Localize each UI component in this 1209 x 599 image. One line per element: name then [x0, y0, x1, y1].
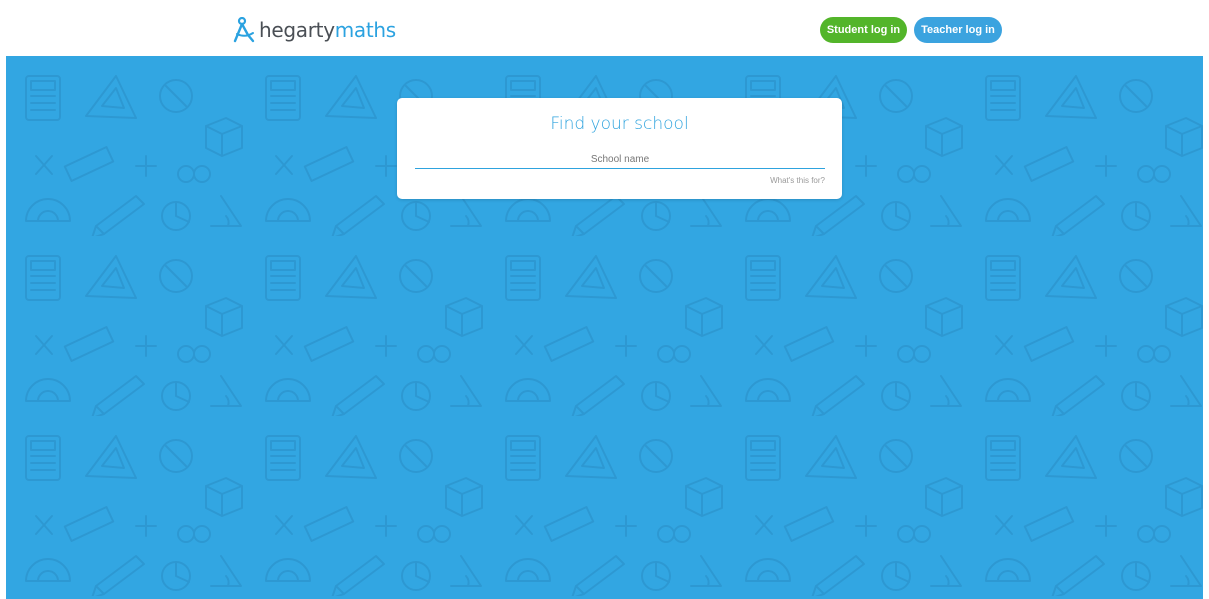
- teacher-login-button[interactable]: Teacher log in: [914, 17, 1002, 43]
- student-login-button[interactable]: Student log in: [820, 17, 907, 43]
- logo-text-part1: hegarty: [259, 18, 335, 42]
- find-school-card: Find your school What's this for?: [397, 98, 842, 199]
- logo[interactable]: hegartymaths: [233, 16, 396, 44]
- header: hegartymaths Student log in Teacher log …: [0, 0, 1209, 56]
- find-school-title: Find your school: [550, 114, 689, 134]
- compass-icon: [233, 17, 255, 43]
- school-name-input[interactable]: [415, 150, 825, 169]
- logo-text: hegartymaths: [259, 16, 396, 44]
- whats-this-for-link[interactable]: What's this for?: [770, 176, 825, 185]
- logo-text-part2: maths: [334, 18, 396, 42]
